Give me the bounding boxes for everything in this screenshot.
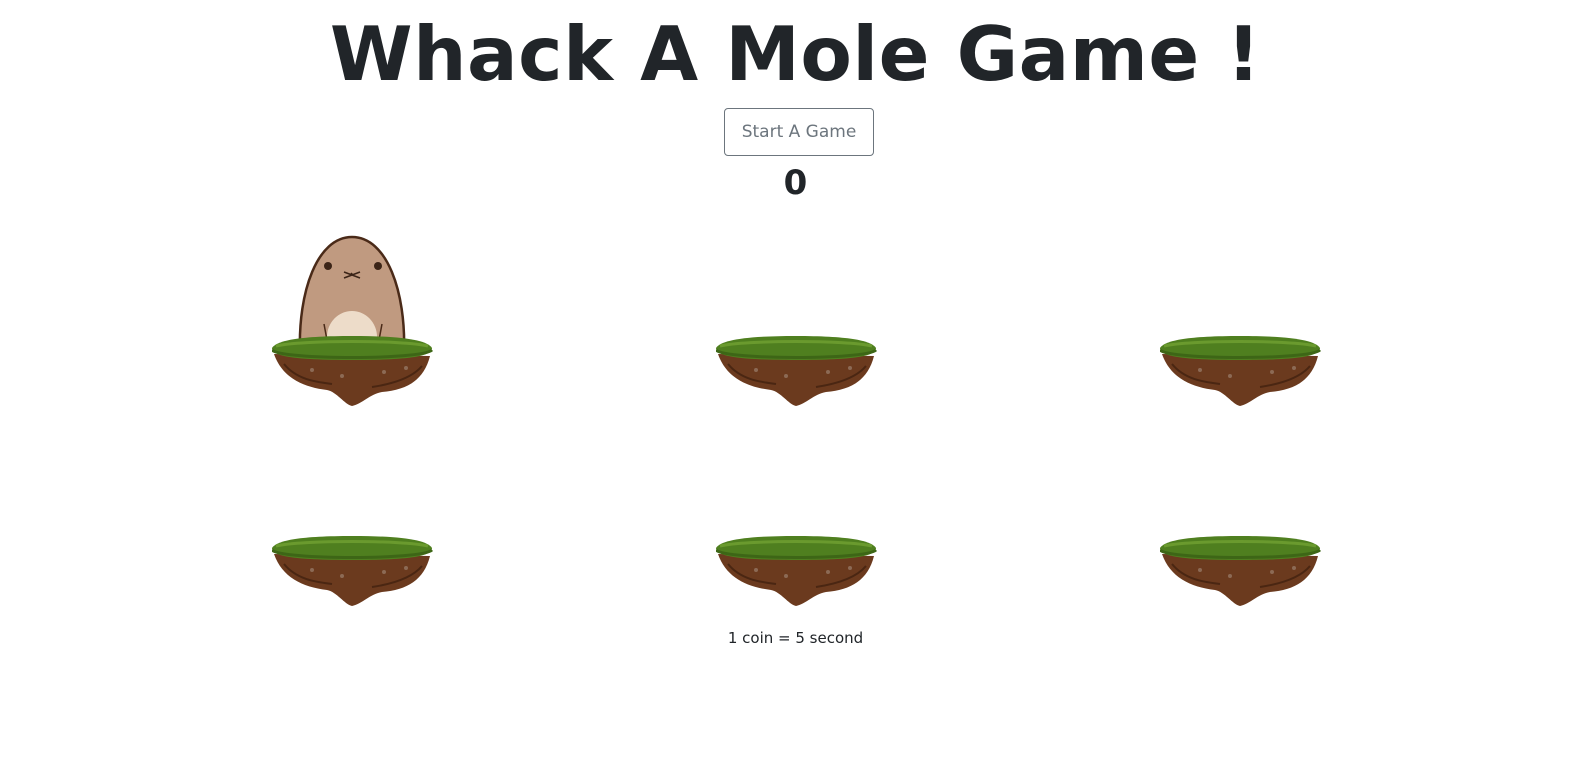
grass-island-icon bbox=[716, 336, 878, 406]
mole-icon[interactable] bbox=[272, 232, 442, 412]
hole-5[interactable] bbox=[716, 432, 886, 612]
grass-island-icon bbox=[1160, 536, 1322, 606]
score-counter: 0 bbox=[783, 163, 808, 203]
hole-2[interactable] bbox=[716, 232, 886, 412]
start-game-button[interactable]: Start A Game bbox=[724, 108, 874, 156]
coin-info-text: 1 coin = 5 second bbox=[727, 629, 864, 647]
grass-island-icon bbox=[272, 536, 434, 606]
hole-1[interactable] bbox=[272, 232, 442, 412]
grass-island-icon bbox=[1160, 336, 1322, 406]
hole-4[interactable] bbox=[272, 432, 442, 612]
hole-3[interactable] bbox=[1160, 232, 1330, 412]
page-title: Whack A Mole Game ! bbox=[329, 10, 1262, 98]
grass-island-icon bbox=[716, 536, 878, 606]
hole-6[interactable] bbox=[1160, 432, 1330, 612]
